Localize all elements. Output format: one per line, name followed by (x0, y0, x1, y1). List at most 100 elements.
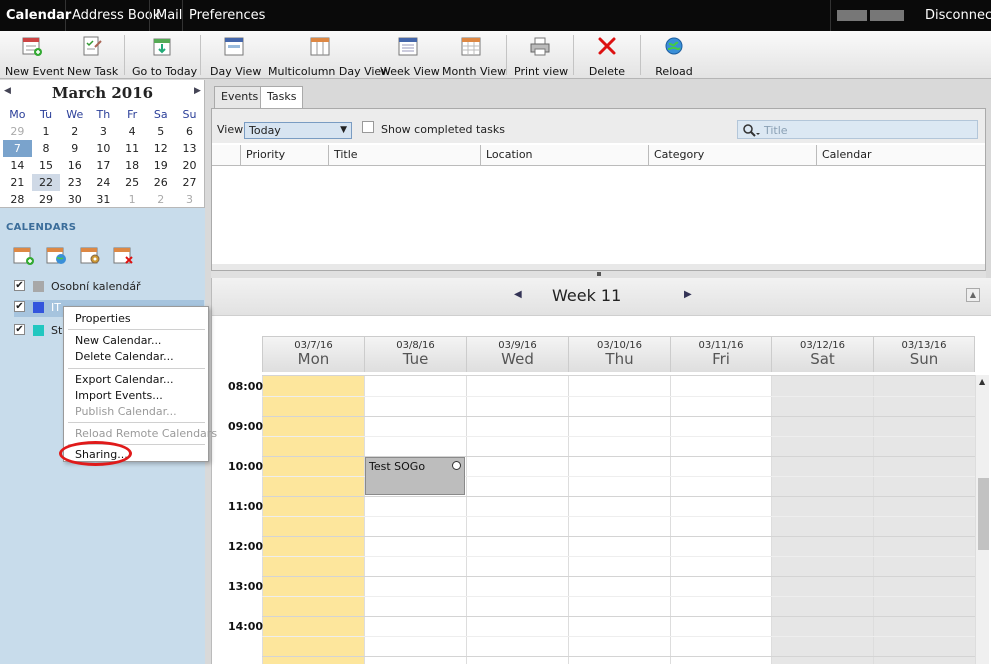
menu-item-export-calendar[interactable]: Export Calendar... (75, 373, 173, 386)
multicolumn-day-view-button[interactable]: Multicolumn Day View (268, 35, 390, 78)
nav-tab-mail[interactable]: Mail (156, 0, 182, 31)
day-cell[interactable]: 1 (32, 123, 61, 140)
scroll-up-arrow-icon[interactable]: ▲ (979, 377, 985, 386)
delete-calendar-icon[interactable] (113, 246, 135, 266)
day-column[interactable] (364, 375, 466, 664)
new-event-button[interactable]: New Event (5, 35, 64, 78)
column-category[interactable]: Category (648, 145, 816, 166)
add-calendar-icon[interactable] (13, 246, 35, 266)
day-cell[interactable]: 15 (32, 157, 61, 174)
go-to-today-button[interactable]: Go to Today (132, 35, 197, 78)
column-title[interactable]: Title (328, 145, 480, 166)
task-search-input[interactable]: Title (737, 120, 978, 139)
week-view-button[interactable]: Week View (380, 35, 440, 78)
calendar-settings-icon[interactable] (80, 246, 102, 266)
day-cell[interactable]: 10 (89, 140, 118, 157)
calendars-heading: CALENDARS (6, 222, 77, 233)
day-header-wed[interactable]: 03/9/16 Wed (466, 336, 568, 372)
pane-splitter[interactable] (211, 271, 986, 278)
day-cell[interactable]: 3 (89, 123, 118, 140)
calendar-item[interactable]: ✔ Osobní kalendář (14, 279, 204, 296)
day-cell[interactable]: 17 (89, 157, 118, 174)
week-vertical-scrollbar[interactable]: ▲ (975, 375, 989, 664)
day-cell[interactable]: 19 (146, 157, 175, 174)
day-column[interactable] (670, 375, 771, 664)
day-cell[interactable]: 23 (60, 174, 89, 191)
day-cell[interactable]: 31 (89, 191, 118, 208)
scrollbar-thumb[interactable] (978, 478, 989, 550)
column-priority[interactable]: Priority (240, 145, 328, 166)
day-cell[interactable]: 25 (118, 174, 147, 191)
tasks-horizontal-scrollbar[interactable] (212, 264, 985, 270)
day-cell[interactable]: 27 (175, 174, 204, 191)
tab-events[interactable]: Events (214, 86, 266, 108)
disconnect-link[interactable]: Disconnect (925, 0, 991, 31)
nav-tab-preferences[interactable]: Preferences (189, 0, 265, 31)
nav-tab-address-book[interactable]: Address Book (72, 0, 160, 31)
menu-item-delete-calendar[interactable]: Delete Calendar... (75, 350, 174, 363)
day-cell[interactable]: 2 (60, 123, 89, 140)
day-cell[interactable]: 20 (175, 157, 204, 174)
reload-button[interactable]: Reload (653, 35, 695, 78)
day-column[interactable] (568, 375, 670, 664)
tab-tasks[interactable]: Tasks (260, 86, 304, 110)
day-cell[interactable]: 14 (3, 157, 32, 174)
day-cell[interactable]: 11 (118, 140, 147, 157)
day-cell[interactable]: 3 (175, 191, 204, 208)
menu-item-import-events[interactable]: Import Events... (75, 389, 163, 402)
subscribe-calendar-icon[interactable] (46, 246, 68, 266)
calendar-checkbox[interactable]: ✔ (14, 324, 25, 335)
day-header-sun[interactable]: 03/13/16 Sun (873, 336, 975, 372)
day-header-thu[interactable]: 03/10/16 Thu (568, 336, 670, 372)
day-cell[interactable]: 30 (60, 191, 89, 208)
day-cell[interactable]: 16 (60, 157, 89, 174)
day-cell[interactable]: 8 (32, 140, 61, 157)
day-cell[interactable]: 18 (118, 157, 147, 174)
day-cell-selected[interactable]: 7 (3, 140, 32, 157)
day-cell[interactable]: 1 (118, 191, 147, 208)
day-cell[interactable]: 9 (60, 140, 89, 157)
next-month-arrow-icon[interactable]: ▶ (194, 86, 201, 96)
day-cell[interactable]: 13 (175, 140, 204, 157)
weekend-column[interactable] (771, 375, 873, 664)
day-cell[interactable]: 4 (118, 123, 147, 140)
day-header-tue[interactable]: 03/8/16 Tue (364, 336, 466, 372)
day-cell[interactable]: 24 (89, 174, 118, 191)
day-column[interactable] (466, 375, 568, 664)
day-cell-today[interactable]: 22 (31, 174, 61, 191)
next-week-arrow-icon[interactable]: ▶ (684, 289, 692, 300)
weekend-column[interactable] (873, 375, 975, 664)
day-cell[interactable]: 26 (146, 174, 175, 191)
print-view-button[interactable]: Print view (514, 35, 568, 78)
collapse-icon[interactable]: ▲ (966, 288, 980, 302)
day-cell[interactable]: 28 (3, 191, 32, 208)
day-header-fri[interactable]: 03/11/16 Fri (670, 336, 771, 372)
prev-week-arrow-icon[interactable]: ◀ (514, 289, 522, 300)
column-calendar[interactable]: Calendar (816, 145, 985, 166)
day-header-mon[interactable]: 03/7/16 Mon (262, 336, 364, 372)
day-cell[interactable]: 6 (175, 123, 204, 140)
new-task-button[interactable]: New Task (67, 35, 118, 78)
today-column[interactable] (262, 375, 364, 664)
show-completed-checkbox[interactable] (362, 121, 374, 133)
calendar-checkbox[interactable]: ✔ (14, 301, 25, 312)
day-cell[interactable]: 29 (32, 191, 61, 208)
column-location[interactable]: Location (480, 145, 648, 166)
day-cell[interactable]: 12 (146, 140, 175, 157)
day-view-button[interactable]: Day View (210, 35, 261, 78)
view-select[interactable]: Today ▼ (244, 122, 352, 139)
day-cell[interactable]: 29 (3, 123, 32, 140)
day-cell[interactable]: 21 (3, 174, 32, 191)
month-view-button[interactable]: Month View (442, 35, 506, 78)
calendar-checkbox[interactable]: ✔ (14, 280, 25, 291)
column-status[interactable] (212, 145, 240, 166)
nav-tab-calendar[interactable]: Calendar (6, 0, 71, 31)
calendar-event[interactable]: Test SOGo (365, 457, 465, 495)
menu-item-properties[interactable]: Properties (75, 312, 131, 325)
splitter-handle-icon[interactable] (597, 272, 601, 276)
delete-button[interactable]: Delete (586, 35, 628, 78)
menu-item-new-calendar[interactable]: New Calendar... (75, 334, 161, 347)
day-header-sat[interactable]: 03/12/16 Sat (771, 336, 873, 372)
day-cell[interactable]: 5 (146, 123, 175, 140)
day-cell[interactable]: 2 (146, 191, 175, 208)
